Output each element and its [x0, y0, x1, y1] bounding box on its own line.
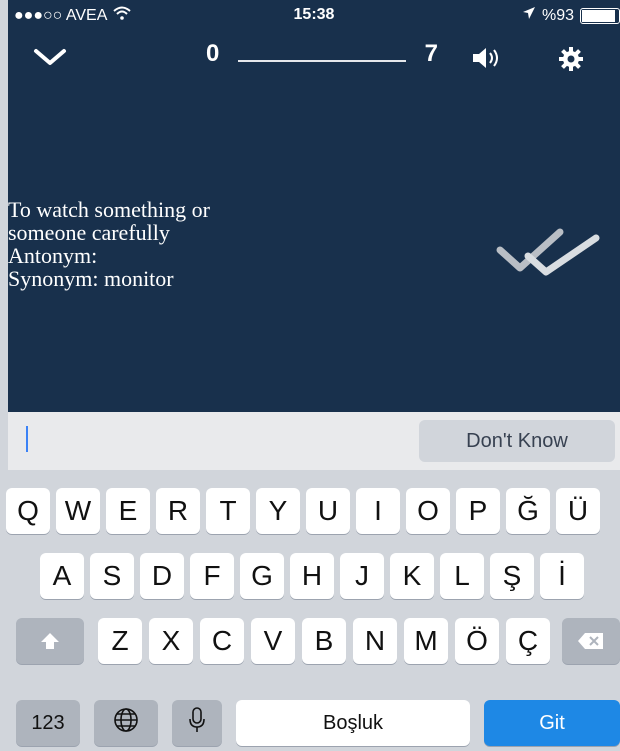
space-key[interactable]: Boşluk [236, 700, 470, 746]
numbers-key[interactable]: 123 [16, 700, 80, 746]
definition-text: To watch something or someone carefully … [8, 198, 388, 290]
definition-line: someone carefully [8, 220, 170, 245]
globe-key[interactable] [94, 700, 158, 746]
key-ö[interactable]: Ö [455, 618, 499, 664]
location-arrow-icon [522, 6, 536, 25]
double-check-icon [488, 222, 606, 289]
key-z[interactable]: Z [98, 618, 142, 664]
shift-key[interactable] [16, 618, 84, 664]
key-u[interactable]: U [306, 488, 350, 534]
chevron-down-icon[interactable] [32, 42, 68, 77]
key-d[interactable]: D [140, 553, 184, 599]
key-y[interactable]: Y [256, 488, 300, 534]
key-b[interactable]: B [302, 618, 346, 664]
definition-line: To watch something or [8, 197, 210, 222]
key-ü[interactable]: Ü [556, 488, 600, 534]
toolbar: 0 7 [8, 38, 620, 82]
backspace-key[interactable] [562, 618, 620, 664]
key-i̇[interactable]: İ [540, 553, 584, 599]
key-i[interactable]: I [356, 488, 400, 534]
globe-icon [112, 706, 140, 741]
status-right: %93 [522, 6, 620, 25]
key-w[interactable]: W [56, 488, 100, 534]
key-c[interactable]: C [200, 618, 244, 664]
definition-line: Synonym: monitor [8, 266, 174, 291]
progress-line [238, 60, 406, 62]
key-r[interactable]: R [156, 488, 200, 534]
progress-end: 7 [424, 40, 438, 67]
microphone-key[interactable] [172, 700, 222, 746]
screen: ●●●○○ AVEA 15:38 %93 0 7 To watch someth… [0, 0, 620, 751]
battery-fill [582, 9, 616, 22]
key-ş[interactable]: Ş [490, 553, 534, 599]
flashcard-area: ●●●○○ AVEA 15:38 %93 0 7 To watch someth… [8, 0, 620, 412]
key-f[interactable]: F [190, 553, 234, 599]
keyboard: 123 Boşluk Git QWERTYUIOPĞÜ ASDFGHJKLŞİ ZX [0, 470, 620, 751]
battery-percent: %93 [541, 6, 574, 24]
speaker-icon[interactable] [470, 44, 502, 77]
progress-indicator: 0 7 [206, 40, 438, 80]
key-h[interactable]: H [290, 553, 334, 599]
key-ç[interactable]: Ç [506, 618, 550, 664]
key-p[interactable]: P [456, 488, 500, 534]
key-q[interactable]: Q [6, 488, 50, 534]
key-x[interactable]: X [149, 618, 193, 664]
battery-icon [580, 7, 620, 24]
key-m[interactable]: M [404, 618, 448, 664]
key-g[interactable]: G [240, 553, 284, 599]
key-j[interactable]: J [340, 553, 384, 599]
key-l[interactable]: L [440, 553, 484, 599]
answer-input-bar: Don't Know [8, 412, 620, 470]
key-n[interactable]: N [353, 618, 397, 664]
key-t[interactable]: T [206, 488, 250, 534]
key-o[interactable]: O [406, 488, 450, 534]
key-k[interactable]: K [390, 553, 434, 599]
dont-know-button[interactable]: Don't Know [419, 420, 615, 462]
key-ğ[interactable]: Ğ [506, 488, 550, 534]
go-key[interactable]: Git [484, 700, 620, 746]
key-s[interactable]: S [90, 553, 134, 599]
answer-input[interactable] [26, 426, 28, 452]
key-e[interactable]: E [106, 488, 150, 534]
key-v[interactable]: V [251, 618, 295, 664]
gear-icon[interactable] [556, 44, 586, 79]
definition-line: Antonym: [8, 243, 98, 268]
status-bar: ●●●○○ AVEA 15:38 %93 [8, 0, 620, 30]
progress-start: 0 [206, 40, 220, 67]
microphone-icon [187, 706, 207, 741]
key-a[interactable]: A [40, 553, 84, 599]
